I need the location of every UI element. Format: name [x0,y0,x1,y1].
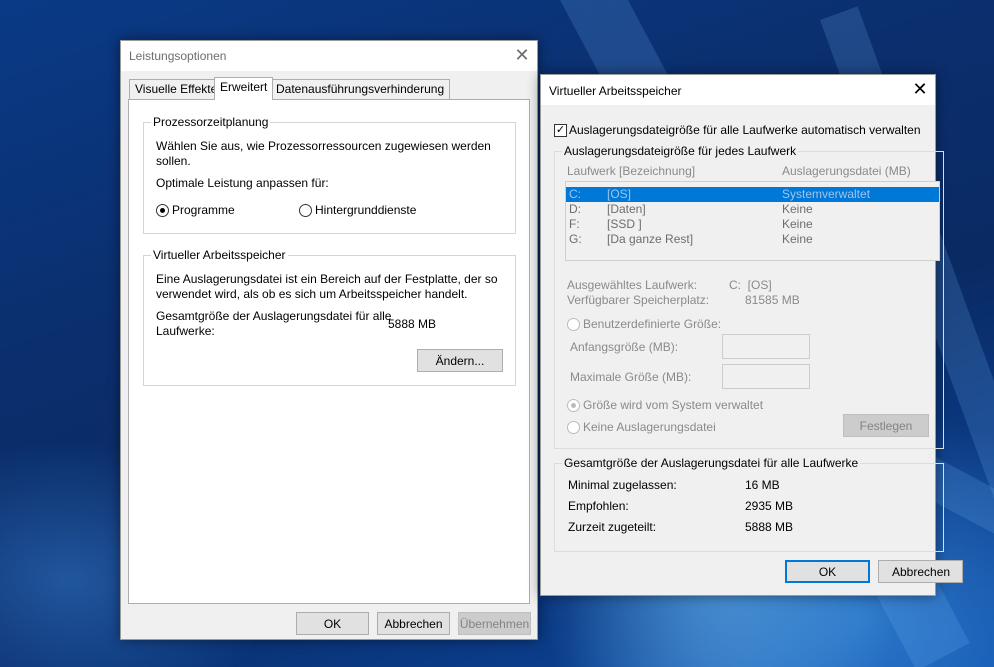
window-title: Leistungsoptionen [129,49,227,63]
virtual-memory-group: Virtueller Arbeitsspeicher Eine Auslager… [143,248,516,386]
drive-letter: C: [569,187,581,201]
column-paging-header: Auslagerungsdatei (MB) [782,164,911,178]
cancel-button[interactable]: Abbrechen [878,560,963,583]
initial-size-label: Anfangsgröße (MB): [570,340,679,354]
free-space-label: Verfügbarer Speicherplatz: [567,293,710,307]
tab-panel-advanced: Prozessorzeitplanung Wählen Sie aus, wie… [128,99,530,604]
ok-button[interactable]: OK [296,612,369,635]
allocated-label: Zurzeit zugeteilt: [568,520,657,534]
group-title: Gesamtgröße der Auslagerungsdatei für al… [562,456,861,470]
tab-advanced[interactable]: Erweitert [214,77,274,100]
close-icon[interactable]: ✕ [905,75,935,105]
apply-button[interactable]: Übernehmen [458,612,531,635]
drive-row-f[interactable]: F: [SSD ] Keine [566,217,939,232]
selected-drive-value: C: [OS] [729,278,772,292]
max-size-label: Maximale Größe (MB): [570,370,692,384]
recommended-value: 2935 MB [745,499,794,513]
free-space-value: 81585 MB [745,293,800,307]
close-icon[interactable]: ✕ [507,41,537,71]
processor-description: Wählen Sie aus, wie Prozessorressourcen … [156,139,491,153]
system-managed-radio[interactable] [567,399,580,412]
drive-paging: Systemverwaltet [782,187,871,201]
recommended-label: Empfohlen: [568,499,629,513]
no-paging-radio[interactable] [567,421,580,434]
drive-letter: G: [569,232,582,246]
performance-options-window: Leistungsoptionen ✕ Visuelle Effekte Erw… [120,40,538,640]
drive-paging: Keine [782,217,813,231]
drive-row-d[interactable]: D: [Daten] Keine [566,202,939,217]
drive-letter: F: [569,217,580,231]
total-paging-label: Gesamtgröße der Auslagerungsdatei für al… [156,309,392,323]
change-button[interactable]: Ändern... [417,349,503,372]
initial-size-input[interactable] [722,334,810,359]
drive-label: [Da ganze Rest] [607,232,694,246]
optimize-label: Optimale Leistung anpassen für: [156,176,329,190]
totals-group: Gesamtgröße der Auslagerungsdatei für al… [554,456,944,552]
tab-data-execution-prevention[interactable]: Datenausführungsverhinderung [270,79,451,99]
drive-row-g[interactable]: G: [Da ganze Rest] Keine [566,232,939,247]
drive-label: [Daten] [607,202,646,216]
ok-button[interactable]: OK [785,560,870,583]
custom-size-label[interactable]: Benutzerdefinierte Größe: [583,317,721,331]
selected-drive-label: Ausgewähltes Laufwerk: [567,278,698,292]
drive-paging: Keine [782,202,813,216]
group-title: Virtueller Arbeitsspeicher [151,248,288,262]
auto-manage-checkbox[interactable]: ✓ [554,124,567,137]
cancel-button[interactable]: Abbrechen [377,612,450,635]
tab-visual-effects[interactable]: Visuelle Effekte [129,79,224,99]
background-services-radio[interactable] [299,204,312,217]
drive-letter: D: [569,202,581,216]
virtual-memory-description-cont: verwendet wird, als ob es sich um Arbeit… [156,287,468,301]
background-services-label[interactable]: Hintergrunddienste [315,203,416,217]
processor-scheduling-group: Prozessorzeitplanung Wählen Sie aus, wie… [143,115,516,234]
window-title: Virtueller Arbeitsspeicher [549,84,682,98]
max-size-input[interactable] [722,364,810,389]
total-paging-label-cont: Laufwerke: [156,324,215,338]
cancel-label: Abbrechen [892,564,951,579]
drive-list[interactable]: C: [OS] Systemverwaltet D: [Daten] Keine… [565,181,940,261]
drive-label: [OS] [607,187,632,201]
min-allowed-value: 16 MB [745,478,780,492]
virtual-memory-window: Virtueller Arbeitsspeicher ✕ ✓ Auslageru… [540,74,963,596]
title-bar: Virtueller Arbeitsspeicher ✕ [541,75,935,105]
programs-radio[interactable] [156,204,169,217]
system-managed-label[interactable]: Größe wird vom System verwaltet [583,398,763,412]
auto-manage-label[interactable]: Auslagerungsdateigröße für alle Laufwerk… [569,123,921,137]
group-title: Auslagerungsdateigröße für jedes Laufwer… [562,144,799,158]
drive-row-c[interactable]: C: [OS] Systemverwaltet [566,187,939,202]
column-drive-header: Laufwerk [Bezeichnung] [567,164,696,178]
group-title: Prozessorzeitplanung [151,115,271,129]
total-paging-value: 5888 MB [388,317,437,331]
title-bar: Leistungsoptionen ✕ [121,41,537,71]
processor-description-cont: sollen. [156,154,191,168]
allocated-value: 5888 MB [745,520,794,534]
drive-label: [SSD ] [607,217,642,231]
no-paging-label[interactable]: Keine Auslagerungsdatei [583,420,716,434]
min-allowed-label: Minimal zugelassen: [568,478,677,492]
set-button[interactable]: Festlegen [843,414,929,437]
drive-paging: Keine [782,232,813,246]
custom-size-radio[interactable] [567,318,580,331]
programs-label[interactable]: Programme [172,203,235,217]
per-drive-group: Auslagerungsdateigröße für jedes Laufwer… [554,144,944,449]
virtual-memory-description: Eine Auslagerungsdatei ist ein Bereich a… [156,272,498,286]
